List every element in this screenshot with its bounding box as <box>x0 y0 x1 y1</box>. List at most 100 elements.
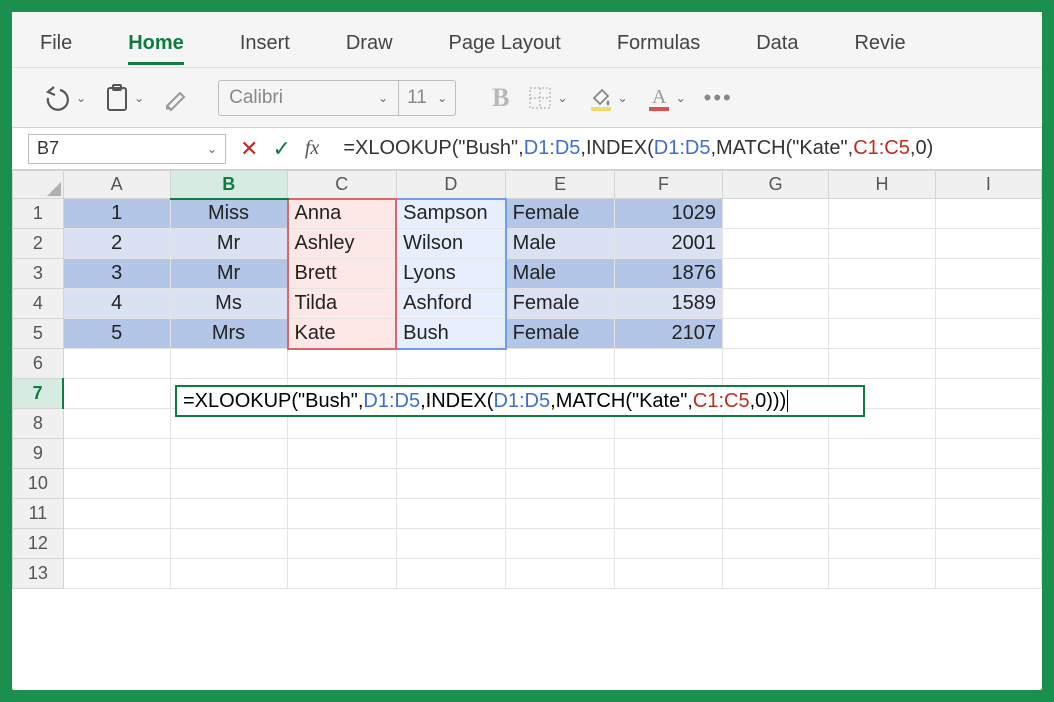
row-header-2[interactable]: 2 <box>13 229 64 259</box>
cell[interactable] <box>288 499 397 529</box>
cell[interactable]: Ashford <box>396 289 506 319</box>
row-header-11[interactable]: 11 <box>13 499 64 529</box>
cell[interactable] <box>935 499 1041 529</box>
bold-button[interactable]: B <box>492 83 509 113</box>
worksheet-grid[interactable]: A B C D E F G H I 1 1 Miss Anna Sampson … <box>12 170 1042 690</box>
cell[interactable] <box>288 439 397 469</box>
cell[interactable] <box>63 529 170 559</box>
cell[interactable] <box>288 469 397 499</box>
cell[interactable] <box>935 469 1041 499</box>
cell[interactable] <box>829 499 935 529</box>
tab-review[interactable]: Revie <box>826 22 933 67</box>
tab-data[interactable]: Data <box>728 22 826 67</box>
tab-draw[interactable]: Draw <box>318 22 421 67</box>
cell[interactable]: Kate <box>288 319 397 349</box>
formula-bar[interactable]: =XLOOKUP("Bush",D1:D5,INDEX(D1:D5,MATCH(… <box>333 137 1042 160</box>
cell[interactable]: Mr <box>170 229 287 259</box>
cell[interactable] <box>170 529 287 559</box>
cell[interactable] <box>170 349 287 379</box>
cell[interactable] <box>935 319 1041 349</box>
cell[interactable]: 4 <box>63 289 170 319</box>
cell[interactable] <box>63 349 170 379</box>
cell[interactable]: 1589 <box>615 289 723 319</box>
cell[interactable] <box>935 559 1041 589</box>
tab-home[interactable]: Home <box>100 22 212 67</box>
row-header-5[interactable]: 5 <box>13 319 64 349</box>
cell[interactable] <box>829 439 935 469</box>
cell[interactable] <box>506 529 615 559</box>
cell[interactable] <box>722 469 828 499</box>
cell[interactable] <box>829 319 935 349</box>
cell[interactable] <box>935 289 1041 319</box>
cell[interactable] <box>288 559 397 589</box>
cell[interactable] <box>170 439 287 469</box>
cell[interactable] <box>63 559 170 589</box>
cell[interactable] <box>396 349 506 379</box>
cell[interactable] <box>935 379 1041 409</box>
col-header-B[interactable]: B <box>170 171 287 199</box>
cell[interactable] <box>63 379 170 409</box>
cell[interactable] <box>615 439 723 469</box>
confirm-icon[interactable]: ✓ <box>272 136 290 162</box>
cell[interactable]: Female <box>506 289 615 319</box>
row-header-7[interactable]: 7 <box>13 379 64 409</box>
col-header-I[interactable]: I <box>935 171 1041 199</box>
select-all-corner[interactable] <box>13 171 64 199</box>
fill-color-button[interactable]: ⌄ <box>586 84 628 112</box>
row-header-12[interactable]: 12 <box>13 529 64 559</box>
cell[interactable] <box>396 499 506 529</box>
row-header-3[interactable]: 3 <box>13 259 64 289</box>
cell[interactable] <box>170 469 287 499</box>
row-header-1[interactable]: 1 <box>13 199 64 229</box>
cell[interactable]: Sampson <box>396 199 506 229</box>
cell[interactable] <box>506 439 615 469</box>
cell[interactable] <box>396 559 506 589</box>
cell[interactable] <box>615 529 723 559</box>
cell[interactable] <box>829 349 935 379</box>
cell[interactable] <box>722 229 828 259</box>
cell[interactable]: Mr <box>170 259 287 289</box>
cell[interactable] <box>935 409 1041 439</box>
tab-formulas[interactable]: Formulas <box>589 22 728 67</box>
font-size-select[interactable]: 11 ⌄ <box>399 81 455 115</box>
cell[interactable] <box>935 439 1041 469</box>
cell[interactable]: Ms <box>170 289 287 319</box>
cell-editor[interactable]: =XLOOKUP("Bush",D1:D5,INDEX(D1:D5,MATCH(… <box>175 385 865 417</box>
cell[interactable]: 1029 <box>615 199 723 229</box>
col-header-C[interactable]: C <box>288 171 397 199</box>
cell[interactable] <box>615 499 723 529</box>
cell[interactable] <box>935 259 1041 289</box>
name-box[interactable]: B7 ⌄ <box>28 134 226 164</box>
cell[interactable] <box>170 559 287 589</box>
col-header-D[interactable]: D <box>396 171 506 199</box>
format-painter-button[interactable] <box>162 84 192 112</box>
cell[interactable] <box>935 199 1041 229</box>
row-header-10[interactable]: 10 <box>13 469 64 499</box>
cell[interactable] <box>506 349 615 379</box>
borders-button[interactable]: ⌄ <box>527 85 567 111</box>
cell[interactable]: Anna <box>288 199 397 229</box>
cell[interactable] <box>63 439 170 469</box>
cell[interactable]: 2 <box>63 229 170 259</box>
cell[interactable] <box>615 469 723 499</box>
cell[interactable]: Ashley <box>288 229 397 259</box>
cell[interactable]: 1876 <box>615 259 723 289</box>
cell[interactable]: Bush <box>396 319 506 349</box>
cell[interactable]: Mrs <box>170 319 287 349</box>
cell[interactable] <box>506 559 615 589</box>
col-header-E[interactable]: E <box>506 171 615 199</box>
cell[interactable] <box>722 289 828 319</box>
undo-button[interactable]: ⌄ <box>42 84 86 112</box>
cell[interactable] <box>722 319 828 349</box>
cell[interactable]: Tilda <box>288 289 397 319</box>
cell[interactable] <box>722 499 828 529</box>
col-header-A[interactable]: A <box>63 171 170 199</box>
cell[interactable]: Female <box>506 319 615 349</box>
cell[interactable]: 2001 <box>615 229 723 259</box>
paste-button[interactable]: ⌄ <box>104 83 144 113</box>
more-button[interactable]: ••• <box>704 85 733 111</box>
tab-page-layout[interactable]: Page Layout <box>421 22 589 67</box>
row-header-8[interactable]: 8 <box>13 409 64 439</box>
font-name-select[interactable]: Calibri ⌄ <box>219 81 399 115</box>
tab-file[interactable]: File <box>12 22 100 67</box>
